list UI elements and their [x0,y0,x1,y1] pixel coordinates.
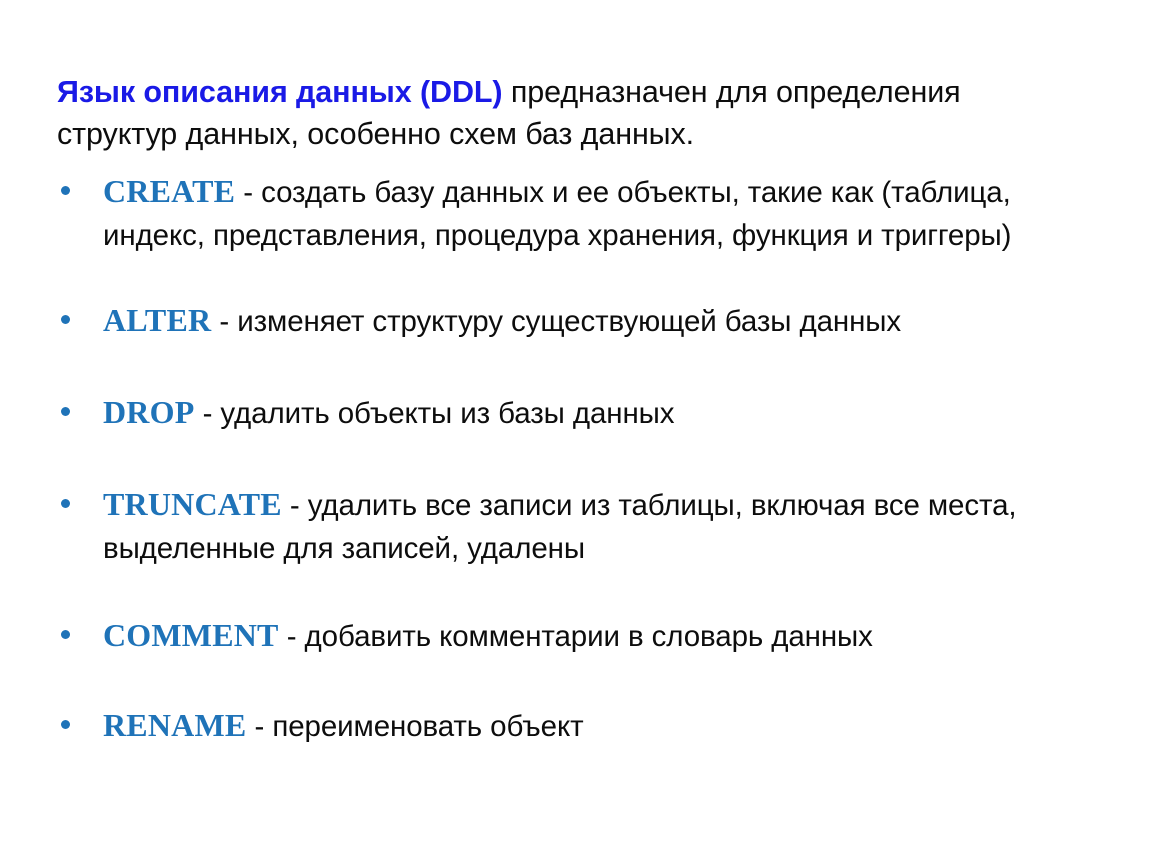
description-rename: - переименовать объект [246,710,584,743]
bullet-dot-icon [61,186,70,195]
bullet-dot-icon [61,499,70,508]
keyword-create: CREATE [103,173,236,209]
list-item-alter: ALTER - изменяет структуру существующей … [57,299,1117,343]
intro-paragraph: Язык описания данных (DDL) предназначен … [57,71,1067,155]
list-item-drop: DROP - удалить объекты из базы данных [57,391,1117,435]
list-item-create: CREATE - создать базу данных и ее объект… [57,170,1117,257]
description-create: - создать базу данных и ее объекты, таки… [103,176,1012,252]
list-item-comment: COMMENT - добавить комментарии в словарь… [57,614,1117,658]
ddl-command-list: CREATE - создать базу данных и ее объект… [57,170,1117,748]
intro-highlight: Язык описания данных (DDL) [57,74,503,109]
description-comment: - добавить комментарии в словарь данных [278,620,873,653]
bullet-dot-icon [61,407,70,416]
keyword-alter: ALTER [103,302,212,338]
description-alter: - изменяет структуру существующей базы д… [211,305,902,338]
keyword-drop: DROP [103,394,195,430]
list-item-rename: RENAME - переименовать объект [57,704,1117,748]
description-drop: - удалить объекты из базы данных [194,397,675,430]
bullet-dot-icon [61,720,70,729]
list-item-truncate: TRUNCATE - удалить все записи из таблицы… [57,483,1117,570]
slide-canvas: Язык описания данных (DDL) предназначен … [0,0,1150,864]
keyword-comment: COMMENT [103,617,279,653]
bullet-dot-icon [61,315,70,324]
keyword-rename: RENAME [103,707,247,743]
keyword-truncate: TRUNCATE [103,486,282,522]
bullet-dot-icon [61,630,70,639]
